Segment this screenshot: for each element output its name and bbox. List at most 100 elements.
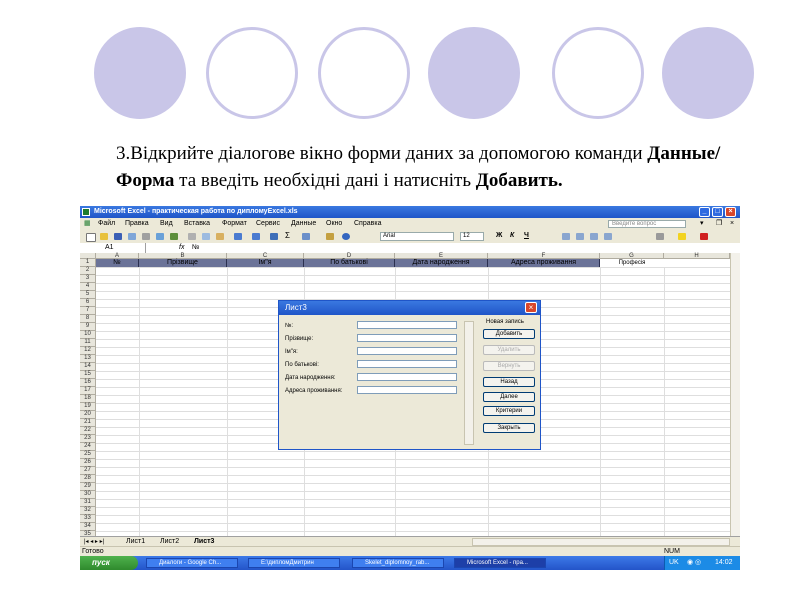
formula-input[interactable]: № — [192, 243, 200, 253]
print-icon[interactable] — [142, 233, 150, 240]
row-header[interactable]: 10 — [80, 331, 96, 339]
header-cell[interactable]: Адреса проживання — [488, 259, 600, 267]
header-cell[interactable]: Професія — [600, 259, 664, 267]
chart-icon[interactable] — [326, 233, 334, 240]
dialog-close-icon[interactable]: × — [525, 302, 537, 313]
row-header[interactable]: 24 — [80, 443, 96, 451]
save-icon[interactable] — [114, 233, 122, 240]
row-header[interactable]: 8 — [80, 315, 96, 323]
header-cell[interactable]: Прізвище — [139, 259, 227, 267]
add-button[interactable]: Добавить — [483, 329, 535, 339]
row-header[interactable]: 29 — [80, 483, 96, 491]
menu-window[interactable]: Окно — [326, 218, 342, 230]
row-header[interactable]: 33 — [80, 515, 96, 523]
row-header[interactable]: 30 — [80, 491, 96, 499]
header-cell[interactable]: Ім"я — [227, 259, 304, 267]
borders-icon[interactable] — [656, 233, 664, 240]
row-header[interactable]: 18 — [80, 395, 96, 403]
restore-button[interactable]: Вернуть — [483, 361, 535, 371]
merge-icon[interactable] — [604, 233, 612, 240]
font-size-select[interactable]: 12 — [460, 232, 484, 241]
permission-icon[interactable] — [128, 233, 136, 240]
horizontal-scrollbar[interactable] — [472, 538, 730, 546]
row-header[interactable]: 13 — [80, 355, 96, 363]
criteria-button[interactable]: Критерии — [483, 406, 535, 416]
close-button[interactable]: Закрыть — [483, 423, 535, 433]
row-header[interactable]: 31 — [80, 499, 96, 507]
field-surname-input[interactable] — [357, 334, 457, 342]
row-header[interactable]: 26 — [80, 459, 96, 467]
header-cell[interactable]: Дата народження — [395, 259, 488, 267]
field-address-input[interactable] — [357, 386, 457, 394]
row-header[interactable]: 4 — [80, 283, 96, 291]
hyperlink-icon[interactable] — [270, 233, 278, 240]
taskbar-item[interactable]: E:\дипломДмитрин — [248, 558, 340, 568]
row-header[interactable]: 19 — [80, 403, 96, 411]
row-header[interactable]: 7 — [80, 307, 96, 315]
row-header[interactable]: 25 — [80, 451, 96, 459]
taskbar-item[interactable]: Skelet_diplomnoy_rab... — [352, 558, 444, 568]
menu-format[interactable]: Формат — [222, 218, 247, 230]
menu-edit[interactable]: Правка — [125, 218, 149, 230]
help-search-input[interactable]: Введите вопрос — [608, 220, 686, 228]
help-icon[interactable] — [342, 233, 350, 240]
minimize-button[interactable]: _ — [699, 207, 710, 217]
row-header[interactable]: 23 — [80, 435, 96, 443]
header-cell[interactable]: По батькові — [304, 259, 395, 267]
underline-button[interactable]: Ч — [524, 232, 529, 239]
header-cell[interactable]: № — [96, 259, 139, 267]
row-header[interactable]: 34 — [80, 523, 96, 531]
column-header[interactable]: H — [664, 253, 730, 259]
row-header[interactable]: 21 — [80, 419, 96, 427]
dialog-scrollbar[interactable] — [464, 321, 474, 445]
doc-close-icon[interactable]: × — [730, 218, 734, 230]
menu-data[interactable]: Данные — [291, 218, 316, 230]
align-center-icon[interactable] — [576, 233, 584, 240]
row-header[interactable]: 27 — [80, 467, 96, 475]
fill-color-icon[interactable] — [678, 233, 686, 240]
menu-tools[interactable]: Сервис — [256, 218, 280, 230]
field-patronymic-input[interactable] — [357, 360, 457, 368]
next-button[interactable]: Далее — [483, 392, 535, 402]
row-header[interactable]: 11 — [80, 339, 96, 347]
row-header[interactable]: 6 — [80, 299, 96, 307]
menu-insert[interactable]: Вставка — [184, 218, 210, 230]
font-color-icon[interactable] — [700, 233, 708, 240]
copy-icon[interactable] — [202, 233, 210, 240]
undo-icon[interactable] — [234, 233, 242, 240]
redo-icon[interactable] — [252, 233, 260, 240]
row-header[interactable]: 2 — [80, 267, 96, 275]
language-indicator[interactable]: UK — [669, 556, 679, 570]
font-name-select[interactable]: Arial — [380, 232, 454, 241]
close-window-button[interactable]: × — [725, 207, 736, 217]
menu-help[interactable]: Справка — [354, 218, 381, 230]
doc-minimize-icon[interactable]: ▾ — [700, 218, 704, 230]
name-box[interactable]: A1 — [80, 243, 146, 253]
doc-restore-icon[interactable]: ❐ — [716, 218, 722, 230]
row-header[interactable]: 17 — [80, 387, 96, 395]
menu-view[interactable]: Вид — [160, 218, 173, 230]
fx-icon[interactable]: fx — [179, 243, 184, 253]
row-header[interactable]: 1 — [80, 259, 96, 267]
cut-icon[interactable] — [188, 233, 196, 240]
row-header[interactable]: 3 — [80, 275, 96, 283]
preview-icon[interactable] — [156, 233, 164, 240]
maximize-button[interactable]: □ — [712, 207, 723, 217]
delete-button[interactable]: Удалить — [483, 345, 535, 355]
open-icon[interactable] — [100, 233, 108, 240]
field-birthdate-input[interactable] — [357, 373, 457, 381]
row-header[interactable]: 32 — [80, 507, 96, 515]
back-button[interactable]: Назад — [483, 377, 535, 387]
start-button[interactable]: пуск — [80, 556, 138, 570]
row-header[interactable]: 14 — [80, 363, 96, 371]
taskbar-item-active[interactable]: Microsoft Excel - пра... — [454, 558, 546, 568]
row-header[interactable]: 9 — [80, 323, 96, 331]
italic-button[interactable]: К — [510, 232, 514, 239]
field-name-input[interactable] — [357, 347, 457, 355]
field-number-input[interactable] — [357, 321, 457, 329]
row-header[interactable]: 22 — [80, 427, 96, 435]
new-icon[interactable] — [86, 233, 96, 242]
align-left-icon[interactable] — [562, 233, 570, 240]
vertical-scrollbar[interactable] — [730, 253, 740, 536]
paste-icon[interactable] — [216, 233, 224, 240]
